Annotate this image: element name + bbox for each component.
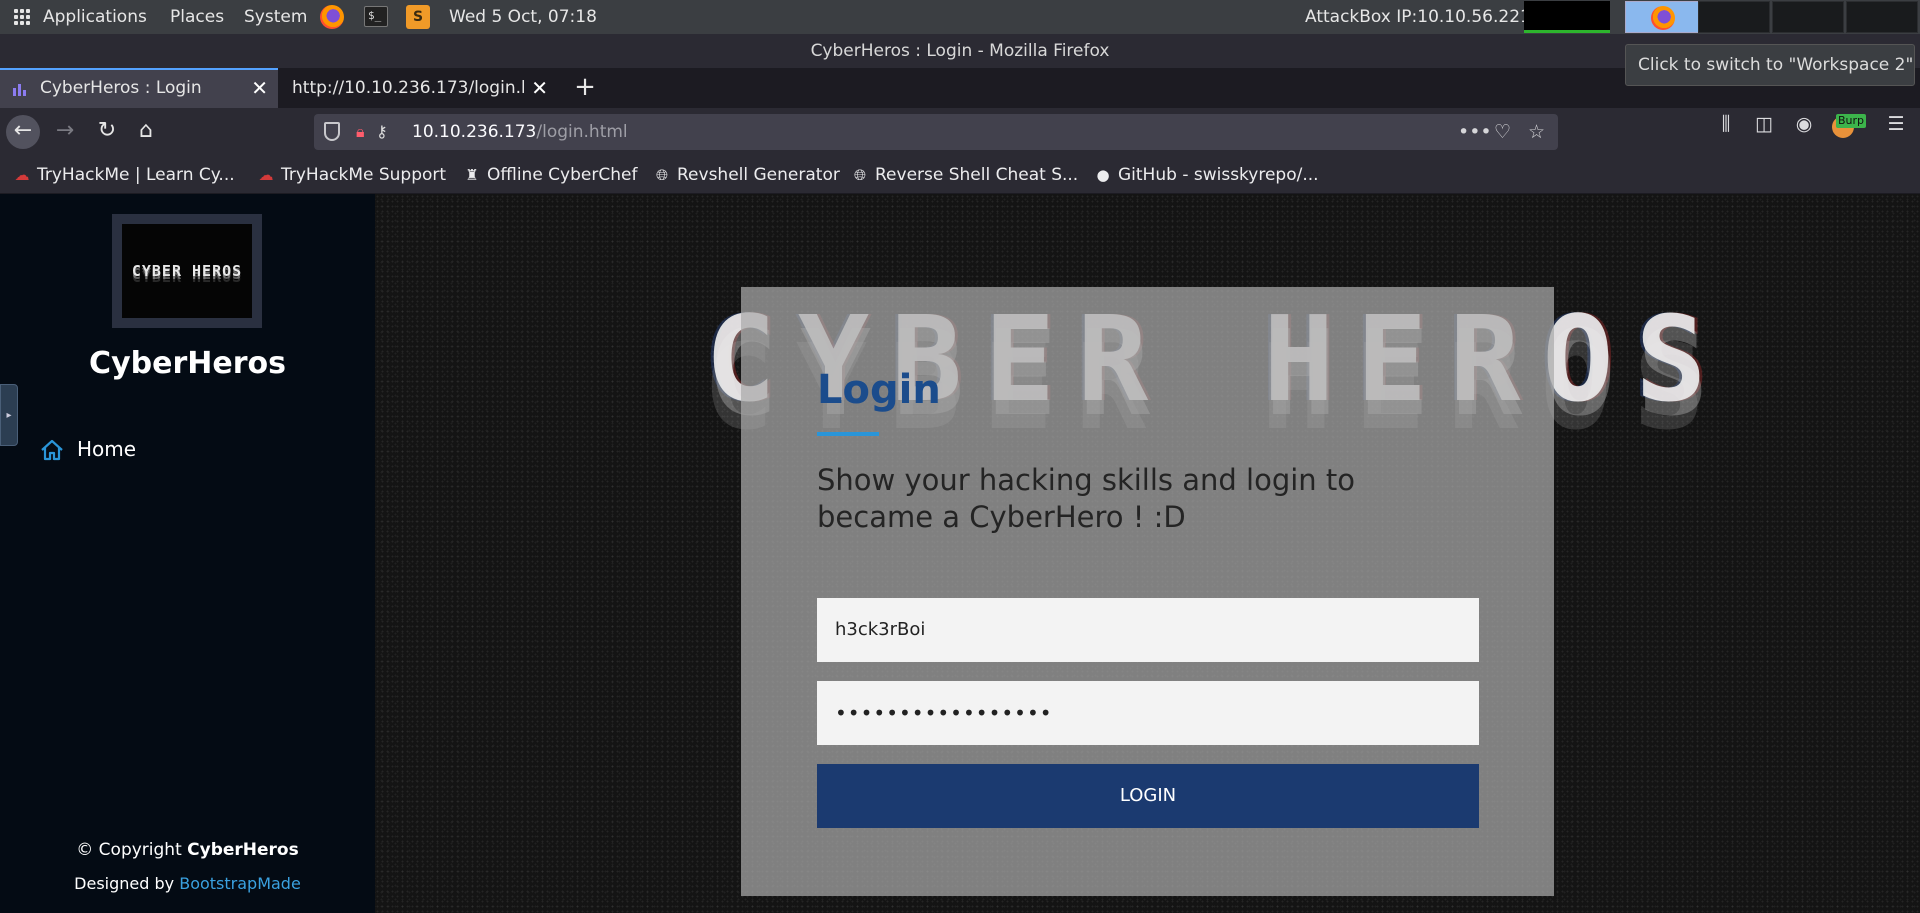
places-menu[interactable]: Places [170, 0, 224, 34]
site-sidebar: CYBER HEROS CyberHeros Home © Copyright … [0, 194, 375, 913]
cloud-icon: ☁ [14, 166, 30, 184]
clock[interactable]: Wed 5 Oct, 07:18 [449, 0, 597, 34]
bootstrapmade-link[interactable]: BootstrapMade [179, 874, 301, 893]
hamburger-menu-icon[interactable]: ☰ [1884, 112, 1908, 136]
network-monitor-graph [1524, 1, 1610, 33]
home-icon [41, 439, 63, 461]
workspace-2-button[interactable] [1698, 1, 1770, 33]
forward-arrow-icon[interactable]: → [48, 115, 82, 149]
title-underline [817, 432, 879, 436]
applications-menu[interactable]: Applications [43, 0, 147, 34]
site-logo[interactable]: CYBER HEROS [112, 214, 262, 328]
workspace-3-button[interactable] [1772, 1, 1844, 33]
pocket-icon[interactable]: ♡ [1494, 114, 1511, 150]
web-page: CYBER HEROS CyberHeros Home © Copyright … [0, 194, 1920, 913]
site-brand[interactable]: CyberHeros [0, 346, 375, 381]
password-field[interactable]: ••••••••••••••••• [817, 681, 1479, 745]
navigation-toolbar: ← → ↻ ⌂ 🔒︎ ⚷ 10.10.236.173/login.html ••… [0, 108, 1920, 156]
username-field[interactable]: h3ck3rBoi [817, 598, 1479, 662]
account-icon[interactable]: ◉ [1792, 112, 1816, 136]
login-card: Login Show your hacking skills and login… [741, 287, 1554, 896]
close-tab-icon[interactable]: ✕ [251, 70, 268, 106]
login-title: Login [817, 367, 941, 413]
firefox-window-icon [1651, 6, 1675, 30]
bookmarks-toolbar: ☁ TryHackMe | Learn Cy... ☁ TryHackMe Supp… [0, 156, 1920, 194]
bookmark-star-icon[interactable]: ☆ [1528, 114, 1545, 150]
apps-grid-icon[interactable] [14, 9, 30, 25]
bookmark-reverse-shell-cheat[interactable]: 🌐︎ Reverse Shell Cheat S... [850, 156, 1078, 194]
nav-item-label: Home [77, 437, 137, 461]
close-tab-icon[interactable]: ✕ [531, 68, 548, 108]
insecure-lock-icon[interactable]: 🔒︎ [356, 114, 365, 150]
bookmark-offline-cyberchef[interactable]: ♜ Offline CyberChef [462, 156, 637, 194]
globe-icon: 🌐︎ [655, 166, 668, 184]
login-button[interactable]: LOGIN [817, 764, 1479, 828]
bookmark-tryhackme[interactable]: ☁ TryHackMe | Learn Cy... [12, 156, 235, 194]
home-button-icon[interactable]: ⌂ [129, 115, 163, 149]
workspace-4-button[interactable] [1846, 1, 1918, 33]
tab-cyberheros-login[interactable]: CyberHeros : Login ✕ [0, 68, 278, 108]
workspace-tooltip: Click to switch to "Workspace 2" [1625, 44, 1915, 86]
tracking-shield-icon[interactable] [324, 122, 340, 141]
desktop-top-panel: Applications Places System $_ S Wed 5 Oc… [0, 0, 1920, 34]
address-bar[interactable]: 🔒︎ ⚷ 10.10.236.173/login.html ••• ♡ ☆ [314, 114, 1558, 150]
designed-by: Designed by BootstrapMade [74, 874, 301, 893]
attackbox-ip: AttackBox IP:10.10.56.221 [1305, 7, 1531, 27]
tab-login-url[interactable]: http://10.10.236.173/login.h ✕ [280, 68, 558, 108]
bookmark-github-swisskyrepo[interactable]: ● GitHub - swisskyrepo/... [1093, 156, 1318, 194]
reload-icon[interactable]: ↻ [90, 115, 124, 149]
sidebar-toggle-icon[interactable]: ◫ [1752, 112, 1776, 136]
sidebar-drawer-handle[interactable]: ▸ [0, 384, 18, 446]
sublime-launcher-icon[interactable]: S [406, 5, 430, 29]
workspace-1-button[interactable] [1625, 1, 1699, 33]
logo-text: CYBER HEROS [122, 224, 252, 318]
burp-badge: Burp [1836, 114, 1867, 128]
tab-label: http://10.10.236.173/login.h [292, 78, 524, 98]
terminal-launcher-icon[interactable]: $_ [364, 6, 388, 27]
globe-icon: 🌐︎ [853, 166, 866, 184]
login-subtitle: Show your hacking skills and login to be… [817, 463, 1356, 534]
page-actions-icon[interactable]: ••• [1458, 114, 1492, 150]
system-menu[interactable]: System [244, 0, 307, 34]
cloud-icon: ☁ [258, 166, 274, 184]
url-text[interactable]: 10.10.236.173/login.html [412, 114, 628, 150]
new-tab-icon[interactable]: + [570, 68, 600, 108]
copyright: © Copyright CyberHeros [76, 840, 299, 860]
key-icon[interactable]: ⚷ [376, 114, 388, 150]
bookmark-tryhackme-support[interactable]: ☁ TryHackMe Support [256, 156, 447, 194]
tab-label: CyberHeros : Login [40, 78, 202, 98]
cyberheros-favicon-icon [12, 82, 28, 98]
firefox-launcher-icon[interactable] [320, 5, 344, 29]
bookmark-revshell-generator[interactable]: 🌐︎ Revshell Generator [652, 156, 840, 194]
library-icon[interactable]: ⫼ [1714, 112, 1738, 136]
github-icon: ● [1096, 166, 1110, 184]
back-arrow-icon[interactable]: ← [6, 115, 40, 149]
chef-icon: ♜ [465, 166, 479, 184]
